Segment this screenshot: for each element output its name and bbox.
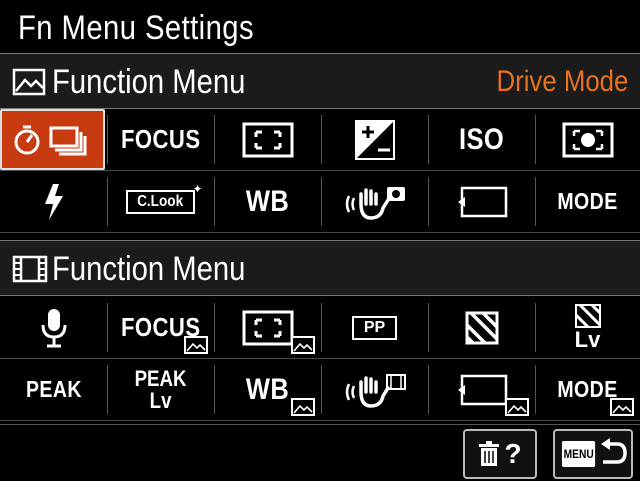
fn-metering[interactable] bbox=[535, 109, 640, 170]
microphone-icon bbox=[41, 308, 66, 347]
movie-row-1: FOCUS PP Lv bbox=[0, 297, 640, 359]
fn-picture-profile[interactable]: PP bbox=[321, 297, 428, 358]
movie-steady-shot-icon bbox=[345, 373, 406, 408]
creative-look-icon: C.Look ✦ bbox=[126, 182, 203, 214]
fn-movie-steady-shot[interactable] bbox=[321, 359, 428, 420]
still-badge-icon bbox=[184, 336, 208, 354]
fn-drive-mode[interactable] bbox=[0, 109, 105, 170]
still-function-menu-header: Function Menu Drive Mode bbox=[0, 53, 640, 109]
movie-row-2: PEAK PEAK Lv WB MODE bbox=[0, 359, 640, 421]
clook-label: C.Look bbox=[137, 192, 184, 210]
still-function-grid: FOCUS ISO C.Look ✦ WB MODE bbox=[0, 109, 640, 233]
fn-movie-focus-area[interactable] bbox=[214, 297, 321, 358]
still-section-title: Function Menu bbox=[52, 63, 246, 101]
movie-focus-area-icon bbox=[242, 310, 293, 345]
still-badge-icon bbox=[291, 398, 315, 416]
fn-exposure-mode[interactable]: MODE bbox=[535, 171, 640, 232]
peak-lv-top-label: PEAK bbox=[134, 365, 187, 391]
still-row-1: FOCUS ISO bbox=[0, 109, 640, 171]
still-badge-icon bbox=[610, 398, 634, 416]
movie-function-menu-header: Function Menu bbox=[0, 240, 640, 296]
fn-peaking-level[interactable]: PEAK Lv bbox=[107, 359, 214, 420]
fn-movie-memory-recall[interactable] bbox=[428, 359, 535, 420]
memory-recall-icon bbox=[457, 186, 507, 217]
still-row-2: C.Look ✦ WB MODE bbox=[0, 171, 640, 233]
picture-profile-icon: PP bbox=[351, 315, 398, 340]
help-label: ? bbox=[504, 438, 522, 469]
fn-steady-shot[interactable] bbox=[321, 171, 428, 232]
pp-label: PP bbox=[363, 318, 386, 336]
movie-mode-label: MODE bbox=[557, 376, 618, 402]
bottom-bar: ? MENU bbox=[0, 424, 640, 481]
still-badge-icon bbox=[505, 398, 529, 416]
focus-label: FOCUS bbox=[120, 124, 201, 154]
iso-label: ISO bbox=[458, 122, 505, 156]
still-image-icon bbox=[12, 68, 46, 96]
menu-back-button[interactable]: MENU bbox=[553, 429, 633, 479]
fn-movie-focus-mode[interactable]: FOCUS bbox=[107, 297, 214, 358]
fn-peaking[interactable]: PEAK bbox=[0, 359, 107, 420]
drive-mode-icon bbox=[14, 125, 86, 155]
steady-shot-icon bbox=[345, 186, 405, 220]
fn-flash[interactable] bbox=[0, 171, 107, 232]
fn-movie-white-balance[interactable]: WB bbox=[214, 359, 321, 420]
movie-wb-label: WB bbox=[245, 372, 290, 406]
movie-section-title: Function Menu bbox=[52, 250, 246, 288]
delete-help-button[interactable]: ? bbox=[463, 429, 537, 479]
back-arrow-icon bbox=[600, 438, 627, 464]
fn-zebra-level[interactable]: Lv bbox=[535, 297, 640, 358]
still-badge-icon bbox=[291, 336, 315, 354]
fn-focus-area[interactable] bbox=[214, 109, 321, 170]
mode-label: MODE bbox=[557, 188, 618, 214]
fn-creative-look[interactable]: C.Look ✦ bbox=[107, 171, 214, 232]
trash-icon bbox=[479, 441, 500, 466]
exposure-comp-icon bbox=[354, 119, 395, 160]
movie-function-grid: FOCUS PP Lv PEAK PEAK Lv WB MODE bbox=[0, 297, 640, 421]
zebra-level-icon bbox=[574, 303, 601, 328]
wb-label: WB bbox=[245, 184, 290, 218]
lv-label: Lv bbox=[574, 326, 601, 352]
metering-icon bbox=[562, 122, 613, 157]
movie-icon bbox=[12, 255, 48, 283]
peak-lv-stack: PEAK Lv bbox=[134, 365, 187, 413]
focus-area-icon bbox=[242, 122, 293, 157]
flash-icon bbox=[44, 183, 63, 220]
fn-memory-recall[interactable] bbox=[428, 171, 535, 232]
fn-movie-exposure-mode[interactable]: MODE bbox=[535, 359, 640, 420]
page-title: Fn Menu Settings bbox=[18, 9, 255, 47]
menu-label: MENU bbox=[562, 441, 596, 467]
current-item-label: Drive Mode bbox=[496, 65, 628, 98]
peak-label: PEAK bbox=[25, 376, 82, 402]
zebra-icon bbox=[465, 311, 498, 344]
fn-audio[interactable] bbox=[0, 297, 107, 358]
fn-focus-mode[interactable]: FOCUS bbox=[107, 109, 214, 170]
fn-iso[interactable]: ISO bbox=[428, 109, 535, 170]
sparkle-icon: ✦ bbox=[192, 181, 203, 196]
movie-memory-recall-icon bbox=[457, 374, 507, 405]
peak-lv-bottom-label: Lv bbox=[149, 387, 172, 413]
fn-exposure-comp[interactable] bbox=[321, 109, 428, 170]
fn-zebra[interactable] bbox=[428, 297, 535, 358]
fn-white-balance[interactable]: WB bbox=[214, 171, 321, 232]
